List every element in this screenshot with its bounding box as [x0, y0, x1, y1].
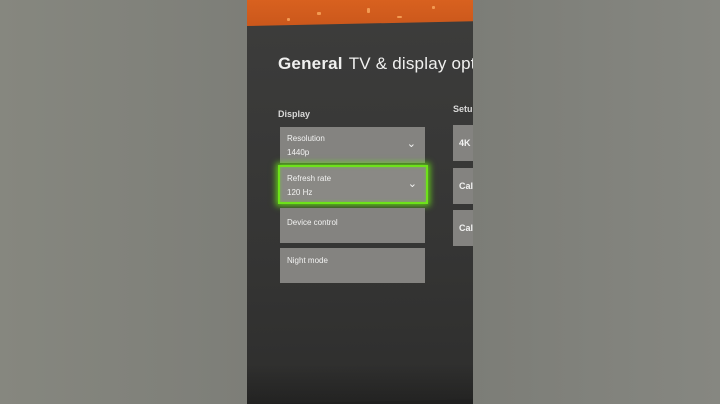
chevron-down-icon: ⌄ — [407, 178, 417, 190]
blurred-left-border — [0, 0, 247, 404]
setup-calibrate-label-2: Cal — [459, 223, 473, 233]
tv-photo: General TV & display optic Display Resolu… — [247, 0, 473, 404]
night-mode-label: Night mode — [287, 256, 328, 265]
setup-calibrate-label: Cal — [459, 181, 473, 191]
setup-4k-label: 4K — [459, 138, 471, 148]
chevron-down-icon: ⌄ — [406, 138, 416, 150]
setup-calibrate-tile[interactable]: Cal — [453, 168, 473, 204]
section-title-setup: Setu — [453, 104, 473, 114]
night-mode-setting[interactable]: Night mode — [280, 248, 425, 283]
refresh-rate-setting[interactable]: Refresh rate 120 Hz ⌄ — [278, 165, 428, 204]
resolution-value: 1440p — [287, 148, 310, 157]
device-control-setting[interactable]: Device control — [280, 208, 425, 243]
setup-calibrate-tile-2[interactable]: Cal — [453, 210, 473, 246]
refresh-rate-label: Refresh rate — [287, 174, 332, 183]
device-control-label: Device control — [287, 218, 338, 227]
resolution-setting[interactable]: Resolution 1440p ⌄ — [280, 127, 425, 163]
section-title-display: Display — [278, 109, 311, 119]
page-header: General TV & display optic — [278, 54, 473, 74]
bottom-shade — [247, 364, 473, 404]
resolution-label: Resolution — [287, 134, 325, 143]
blurred-right-border — [473, 0, 720, 404]
refresh-rate-value: 120 Hz — [287, 188, 313, 197]
tab-general[interactable]: General — [278, 54, 343, 73]
page-title: TV & display optic — [348, 54, 473, 73]
setup-4k-tile[interactable]: 4K — [453, 125, 473, 161]
